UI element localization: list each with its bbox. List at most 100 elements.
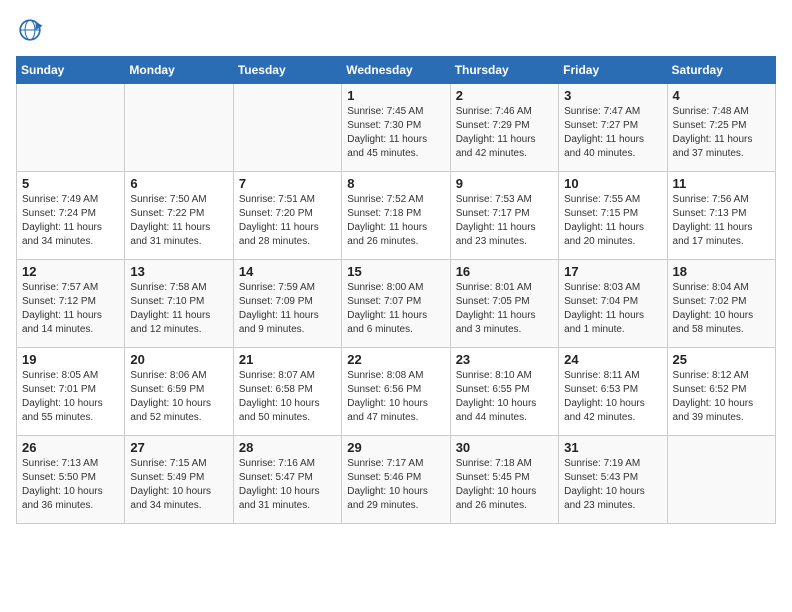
day-number: 15: [347, 264, 444, 279]
cell-info: Sunrise: 7:45 AM Sunset: 7:30 PM Dayligh…: [347, 105, 444, 161]
calendar-cell: 11 Sunrise: 7:56 AM Sunset: 7:13 PM Dayli…: [667, 172, 775, 260]
calendar-table: SundayMondayTuesdayWednesdayThursdayFrid…: [16, 56, 776, 524]
calendar-cell: 15 Sunrise: 8:00 AM Sunset: 7:07 PM Dayli…: [342, 260, 450, 348]
cell-info: Sunrise: 8:06 AM Sunset: 6:59 PM Dayligh…: [130, 369, 227, 425]
page-header: [16, 16, 776, 44]
calendar-cell: 10 Sunrise: 7:55 AM Sunset: 7:15 PM Dayli…: [559, 172, 667, 260]
day-number: 16: [456, 264, 553, 279]
calendar-cell: [667, 436, 775, 524]
cell-info: Sunrise: 8:04 AM Sunset: 7:02 PM Dayligh…: [673, 281, 770, 337]
calendar-cell: 29 Sunrise: 7:17 AM Sunset: 5:46 PM Dayli…: [342, 436, 450, 524]
cell-info: Sunrise: 8:00 AM Sunset: 7:07 PM Dayligh…: [347, 281, 444, 337]
day-number: 12: [22, 264, 119, 279]
calendar-cell: 14Sunrise: 7:59 AM Sunset: 7:09 PM Dayli…: [233, 260, 341, 348]
day-number: 19: [22, 352, 119, 367]
header-row: SundayMondayTuesdayWednesdayThursdayFrid…: [17, 57, 776, 84]
calendar-cell: 12 Sunrise: 7:57 AM Sunset: 7:12 PM Dayli…: [17, 260, 125, 348]
cell-info: Sunrise: 7:15 AM Sunset: 5:49 PM Dayligh…: [130, 457, 227, 513]
day-number: 8: [347, 176, 444, 191]
calendar-cell: 19 Sunrise: 8:05 AM Sunset: 7:01 PM Dayli…: [17, 348, 125, 436]
cell-info: Sunrise: 8:05 AM Sunset: 7:01 PM Dayligh…: [22, 369, 119, 425]
calendar-header: SundayMondayTuesdayWednesdayThursdayFrid…: [17, 57, 776, 84]
day-number: 2: [456, 88, 553, 103]
cell-info: Sunrise: 7:55 AM Sunset: 7:15 PM Dayligh…: [564, 193, 661, 249]
week-row-4: 19 Sunrise: 8:05 AM Sunset: 7:01 PM Dayli…: [17, 348, 776, 436]
header-day-thursday: Thursday: [450, 57, 558, 84]
calendar-cell: 21 Sunrise: 8:07 AM Sunset: 6:58 PM Dayli…: [233, 348, 341, 436]
day-number: 9: [456, 176, 553, 191]
cell-info: Sunrise: 7:46 AM Sunset: 7:29 PM Dayligh…: [456, 105, 553, 161]
calendar-cell: 18 Sunrise: 8:04 AM Sunset: 7:02 PM Dayli…: [667, 260, 775, 348]
day-number: 11: [673, 176, 770, 191]
day-number: 22: [347, 352, 444, 367]
cell-info: Sunrise: 7:50 AM Sunset: 7:22 PM Dayligh…: [130, 193, 227, 249]
cell-info: Sunrise: 7:57 AM Sunset: 7:12 PM Dayligh…: [22, 281, 119, 337]
cell-info: Sunrise: 8:01 AM Sunset: 7:05 PM Dayligh…: [456, 281, 553, 337]
header-day-wednesday: Wednesday: [342, 57, 450, 84]
header-day-sunday: Sunday: [17, 57, 125, 84]
week-row-5: 26 Sunrise: 7:13 AM Sunset: 5:50 PM Dayli…: [17, 436, 776, 524]
cell-info: Sunrise: 7:49 AM Sunset: 7:24 PM Dayligh…: [22, 193, 119, 249]
day-number: 29: [347, 440, 444, 455]
day-number: 4: [673, 88, 770, 103]
day-number: 27: [130, 440, 227, 455]
cell-info: Sunrise: 7:58 AM Sunset: 7:10 PM Dayligh…: [130, 281, 227, 337]
week-row-2: 5Sunrise: 7:49 AM Sunset: 7:24 PM Daylig…: [17, 172, 776, 260]
calendar-cell: 26 Sunrise: 7:13 AM Sunset: 5:50 PM Dayli…: [17, 436, 125, 524]
day-number: 25: [673, 352, 770, 367]
calendar-cell: 27 Sunrise: 7:15 AM Sunset: 5:49 PM Dayli…: [125, 436, 233, 524]
day-number: 17: [564, 264, 661, 279]
header-day-friday: Friday: [559, 57, 667, 84]
day-number: 18: [673, 264, 770, 279]
calendar-cell: 25 Sunrise: 8:12 AM Sunset: 6:52 PM Dayli…: [667, 348, 775, 436]
week-row-1: 1 Sunrise: 7:45 AM Sunset: 7:30 PM Daylig…: [17, 84, 776, 172]
calendar-cell: 13Sunrise: 7:58 AM Sunset: 7:10 PM Dayli…: [125, 260, 233, 348]
day-number: 24: [564, 352, 661, 367]
logo-icon: [16, 16, 44, 44]
cell-info: Sunrise: 8:10 AM Sunset: 6:55 PM Dayligh…: [456, 369, 553, 425]
cell-info: Sunrise: 7:51 AM Sunset: 7:20 PM Dayligh…: [239, 193, 336, 249]
cell-info: Sunrise: 7:17 AM Sunset: 5:46 PM Dayligh…: [347, 457, 444, 513]
cell-info: Sunrise: 7:56 AM Sunset: 7:13 PM Dayligh…: [673, 193, 770, 249]
calendar-cell: 20 Sunrise: 8:06 AM Sunset: 6:59 PM Dayli…: [125, 348, 233, 436]
day-number: 26: [22, 440, 119, 455]
cell-info: Sunrise: 7:53 AM Sunset: 7:17 PM Dayligh…: [456, 193, 553, 249]
day-number: 23: [456, 352, 553, 367]
calendar-cell: 4 Sunrise: 7:48 AM Sunset: 7:25 PM Daylig…: [667, 84, 775, 172]
calendar-cell: 24 Sunrise: 8:11 AM Sunset: 6:53 PM Dayli…: [559, 348, 667, 436]
calendar-cell: [233, 84, 341, 172]
cell-info: Sunrise: 7:59 AM Sunset: 7:09 PM Dayligh…: [239, 281, 336, 337]
calendar-cell: 16 Sunrise: 8:01 AM Sunset: 7:05 PM Dayli…: [450, 260, 558, 348]
calendar-cell: 22 Sunrise: 8:08 AM Sunset: 6:56 PM Dayli…: [342, 348, 450, 436]
cell-info: Sunrise: 8:08 AM Sunset: 6:56 PM Dayligh…: [347, 369, 444, 425]
cell-info: Sunrise: 7:18 AM Sunset: 5:45 PM Dayligh…: [456, 457, 553, 513]
calendar-cell: 2 Sunrise: 7:46 AM Sunset: 7:29 PM Daylig…: [450, 84, 558, 172]
cell-info: Sunrise: 7:16 AM Sunset: 5:47 PM Dayligh…: [239, 457, 336, 513]
header-day-tuesday: Tuesday: [233, 57, 341, 84]
cell-info: Sunrise: 7:48 AM Sunset: 7:25 PM Dayligh…: [673, 105, 770, 161]
logo: [16, 16, 48, 44]
day-number: 6: [130, 176, 227, 191]
calendar-cell: 3Sunrise: 7:47 AM Sunset: 7:27 PM Daylig…: [559, 84, 667, 172]
week-row-3: 12 Sunrise: 7:57 AM Sunset: 7:12 PM Dayli…: [17, 260, 776, 348]
cell-info: Sunrise: 8:11 AM Sunset: 6:53 PM Dayligh…: [564, 369, 661, 425]
calendar-cell: 28Sunrise: 7:16 AM Sunset: 5:47 PM Dayli…: [233, 436, 341, 524]
calendar-cell: 31Sunrise: 7:19 AM Sunset: 5:43 PM Dayli…: [559, 436, 667, 524]
cell-info: Sunrise: 7:13 AM Sunset: 5:50 PM Dayligh…: [22, 457, 119, 513]
calendar-cell: [125, 84, 233, 172]
day-number: 20: [130, 352, 227, 367]
calendar-cell: 23 Sunrise: 8:10 AM Sunset: 6:55 PM Dayli…: [450, 348, 558, 436]
day-number: 31: [564, 440, 661, 455]
calendar-cell: 6 Sunrise: 7:50 AM Sunset: 7:22 PM Daylig…: [125, 172, 233, 260]
day-number: 7: [239, 176, 336, 191]
cell-info: Sunrise: 8:03 AM Sunset: 7:04 PM Dayligh…: [564, 281, 661, 337]
header-day-monday: Monday: [125, 57, 233, 84]
day-number: 1: [347, 88, 444, 103]
calendar-cell: 9 Sunrise: 7:53 AM Sunset: 7:17 PM Daylig…: [450, 172, 558, 260]
calendar-cell: 5Sunrise: 7:49 AM Sunset: 7:24 PM Daylig…: [17, 172, 125, 260]
calendar-cell: 30Sunrise: 7:18 AM Sunset: 5:45 PM Dayli…: [450, 436, 558, 524]
cell-info: Sunrise: 8:07 AM Sunset: 6:58 PM Dayligh…: [239, 369, 336, 425]
cell-info: Sunrise: 8:12 AM Sunset: 6:52 PM Dayligh…: [673, 369, 770, 425]
day-number: 10: [564, 176, 661, 191]
day-number: 21: [239, 352, 336, 367]
